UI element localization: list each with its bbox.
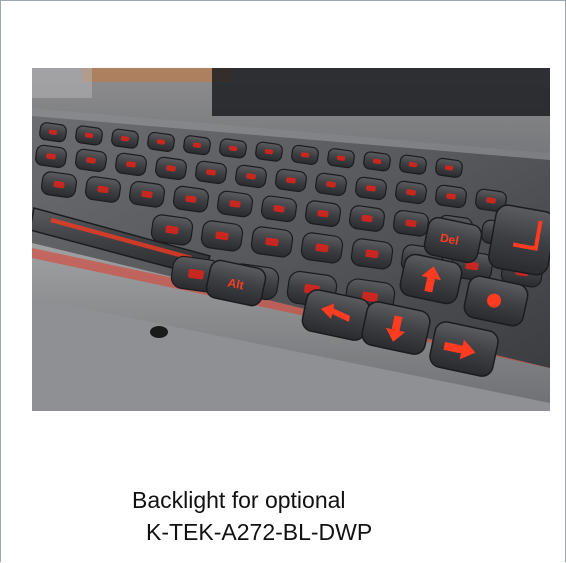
caption-line-2: K-TEK-A272-BL-DWP	[146, 519, 373, 545]
keyboard-image: Alt Del	[32, 68, 550, 411]
product-card: Alt Del Backlight for optional K-TEK-A27…	[0, 0, 566, 562]
enter-key	[488, 204, 550, 276]
caption-line-1: Backlight for optional	[132, 487, 346, 513]
keyboard-photo: Alt Del	[32, 68, 550, 411]
